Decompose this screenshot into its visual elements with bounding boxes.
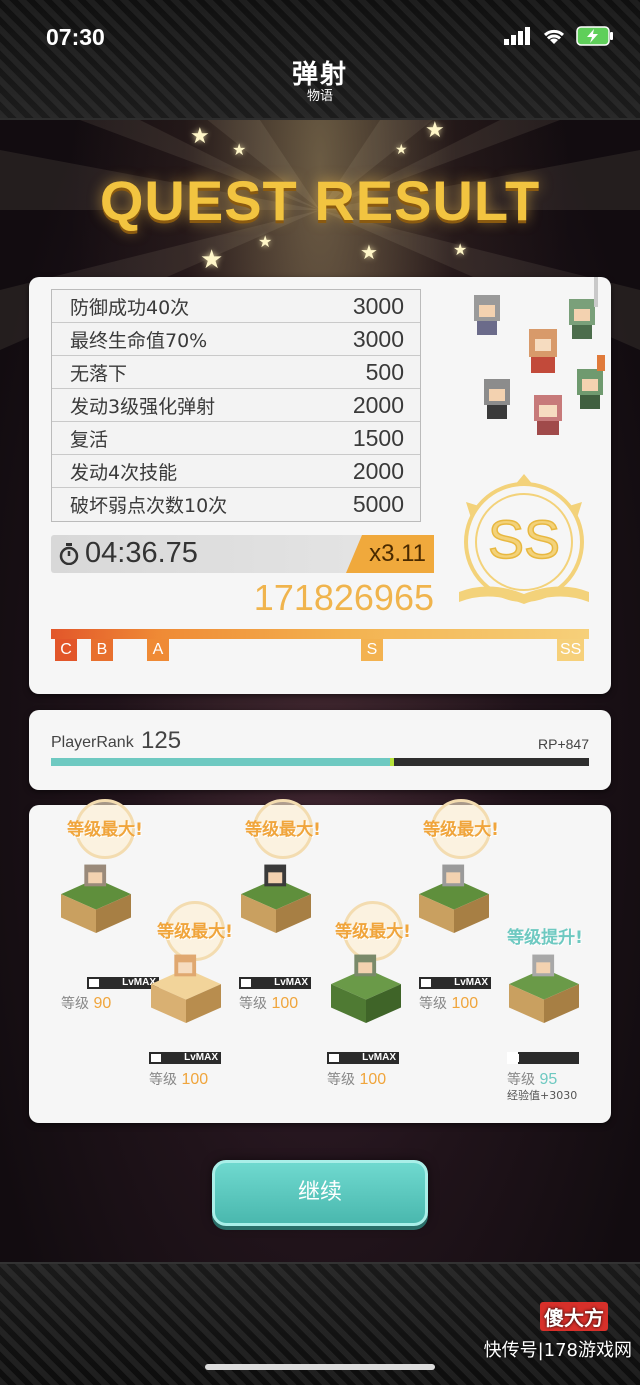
unit-level: 等级 100 — [419, 995, 479, 1012]
star-icon: ★ — [200, 245, 224, 275]
signal-icon — [504, 27, 530, 45]
watermark-text: 快传号|178游戏网 — [483, 1340, 632, 1361]
level-max-badge: 等级最大! — [223, 799, 343, 859]
rank-grade-emblem: SS — [459, 474, 589, 604]
bonus-row: 发动3级强化弹射 2000 — [52, 389, 420, 422]
bonus-points: 5000 — [352, 491, 404, 517]
unit-level-bar: LvMAX — [239, 977, 311, 989]
rank-marker-s: S — [361, 639, 383, 661]
star-icon: ★ — [395, 142, 408, 158]
star-icon: ★ — [190, 124, 210, 149]
level-max-badge: 等级最大! — [45, 799, 165, 859]
watermark-logo: 傻大方 — [540, 1302, 608, 1331]
unit-exp-gained: 经验值+3030 — [507, 1089, 578, 1102]
bonus-points: 3000 — [352, 325, 404, 352]
bonus-row: 最终生命值70% 3000 — [52, 323, 420, 356]
unit-level: 等级 100 — [327, 1071, 387, 1088]
stopwatch-icon — [59, 543, 79, 565]
unit-exp-bar — [507, 1052, 579, 1064]
rank-progress-fill — [51, 629, 589, 639]
unit-pedestal — [241, 864, 311, 933]
star-icon: ★ — [453, 240, 468, 259]
rank-marker-ss: SS — [557, 639, 585, 661]
rank-marker-a: A — [147, 639, 169, 661]
character-sprite — [534, 395, 562, 435]
bonus-label: 破坏弱点次数10次 — [70, 495, 228, 517]
bonus-points: 2000 — [352, 457, 404, 484]
status-time: 07:30 — [46, 24, 105, 50]
unit-pedestal — [509, 954, 579, 1023]
bonus-label: 防御成功40次 — [70, 296, 190, 319]
player-rank-card: PlayerRank 125 RP+847 — [29, 710, 611, 790]
total-score: 171826965 — [253, 577, 434, 618]
bonus-row: 发动4次技能 2000 — [52, 455, 420, 488]
unit-level-bar: LvMAX — [327, 1052, 399, 1064]
clear-time-bar: 04:36.75 x3.11 — [51, 535, 434, 573]
character-sprite — [484, 379, 510, 419]
watermark: 傻大方 快传号|178游戏网 — [483, 1302, 632, 1362]
unit-level: 等级 100 — [149, 1071, 209, 1088]
score-multiplier: x3.11 — [346, 535, 434, 573]
unit-level: 等级 95 — [507, 1071, 558, 1088]
party-sprites — [474, 277, 605, 435]
bonus-table: 防御成功40次 3000 最终生命值70% 3000 无落下 500 发动3级强化弹射… — [51, 289, 421, 522]
character-sprite — [577, 355, 605, 409]
bonus-label: 发动3级强化弹射 — [70, 395, 216, 418]
clear-time: 04:36.75 — [85, 537, 198, 569]
player-rank-progress-fill — [51, 758, 390, 766]
star-icon: ★ — [258, 232, 273, 251]
battery-charging-icon — [576, 26, 613, 46]
quest-result-title: QUEST RESULT — [99, 169, 541, 232]
unit-level-bar: LvMAX — [419, 977, 491, 989]
bonus-label: 最终生命值70% — [70, 329, 208, 352]
player-rank-value: 125 — [141, 727, 182, 754]
game-logo: 弹射 物语 — [255, 54, 385, 110]
rank-progress-bar — [51, 629, 589, 639]
bonus-points: 3000 — [352, 292, 404, 319]
rank-grade-text: SS — [488, 510, 560, 570]
bonus-row: 无落下 500 — [52, 356, 420, 389]
unit-level: 等级 90 — [61, 995, 112, 1012]
rank-marker-b: B — [91, 639, 113, 661]
result-card: 防御成功40次 3000 最终生命值70% 3000 无落下 500 发动3级强化弹射… — [29, 277, 611, 694]
star-icon: ★ — [360, 240, 378, 264]
star-icon: ★ — [232, 140, 247, 159]
unit-results-card: 等级最大! LvMAX 等级 90 等级最大! LvMAX 等级 100 等级最… — [29, 799, 611, 1123]
star-icon: ★ — [425, 118, 445, 143]
bonus-points: 1500 — [352, 424, 404, 451]
character-sprite — [474, 295, 500, 335]
player-rank-progress — [51, 758, 589, 766]
unit-pedestal — [151, 954, 221, 1023]
bonus-row: 破坏弱点次数10次 5000 — [52, 488, 420, 521]
unit-level-bar: LvMAX — [149, 1052, 221, 1064]
wifi-icon — [543, 29, 565, 44]
continue-button[interactable]: 继续 — [212, 1160, 428, 1226]
unit-level: 等级 100 — [239, 995, 299, 1012]
bonus-label: 无落下 — [70, 362, 128, 385]
level-max-badge: 等级最大! — [401, 799, 521, 859]
bonus-label: 复活 — [70, 428, 109, 451]
unit-pedestal — [331, 954, 401, 1023]
bonus-row: 防御成功40次 3000 — [52, 290, 420, 323]
home-indicator[interactable] — [205, 1364, 435, 1370]
unit-pedestal — [61, 864, 131, 933]
player-rank-label: PlayerRank — [51, 734, 134, 751]
player-rank-progress-tip — [389, 758, 394, 766]
bonus-row: 复活 1500 — [52, 422, 420, 455]
status-icons — [504, 26, 614, 46]
character-sprite — [529, 329, 557, 373]
logo-sub-text: 物语 — [306, 89, 333, 104]
rank-marker-c: C — [55, 639, 77, 661]
bonus-points: 500 — [365, 358, 404, 385]
rank-points-gained: RP+847 — [538, 736, 589, 752]
character-sprite — [569, 277, 598, 339]
bonus-points: 2000 — [352, 391, 404, 418]
bonus-label: 发动4次技能 — [70, 461, 178, 484]
